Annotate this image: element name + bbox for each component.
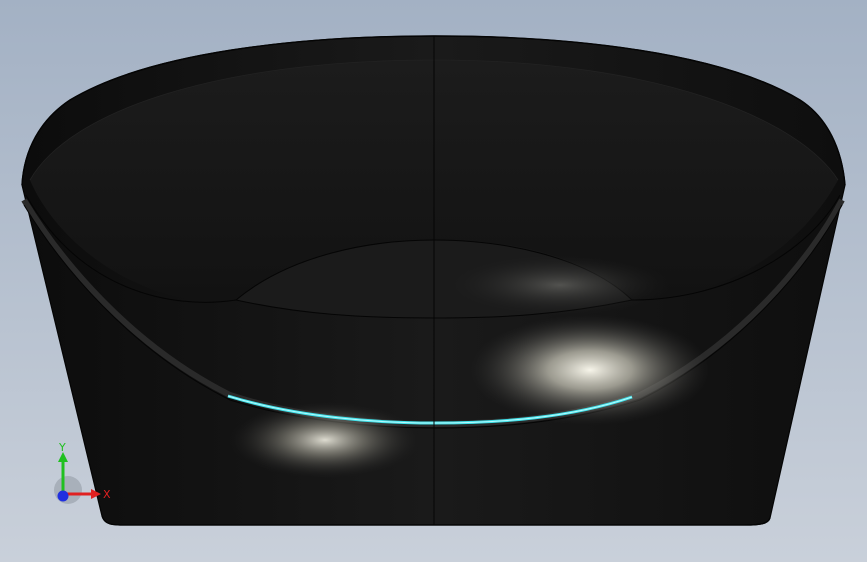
z-axis-dot (57, 490, 69, 502)
graphics-viewport[interactable]: Y X (0, 0, 867, 562)
reference-triad: Y X (54, 441, 111, 504)
model-view[interactable] (0, 0, 867, 562)
y-axis-label: Y (58, 441, 66, 454)
specular-highlight-left (230, 402, 420, 478)
dome-reflection (450, 255, 670, 315)
x-axis-label: X (103, 488, 111, 501)
x-axis-arrowhead (91, 489, 101, 499)
triad-origin-shadow (54, 476, 82, 504)
